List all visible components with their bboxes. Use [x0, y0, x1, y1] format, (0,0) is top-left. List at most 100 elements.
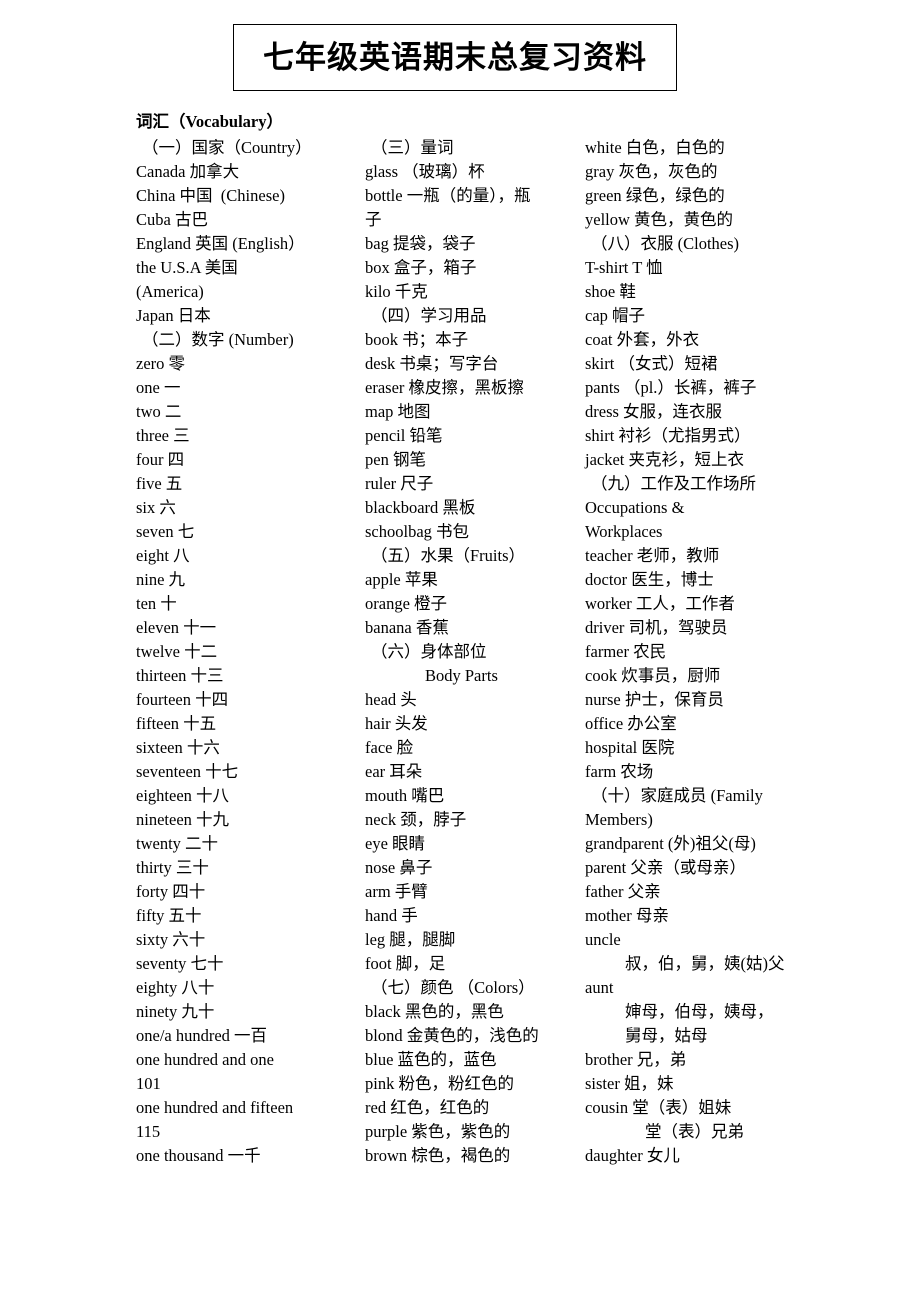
vocabulary-section-heading: 词汇（Vocabulary）: [136, 112, 283, 131]
vocabulary-line: six 六: [136, 498, 176, 517]
vocabulary-line: （四）学习用品: [371, 306, 487, 325]
vocabulary-line: doctor 医生，博士: [585, 570, 714, 589]
vocabulary-line: 子: [365, 210, 382, 229]
vocabulary-line: red 红色，红色的: [365, 1098, 490, 1117]
vocabulary-line: leg 腿，腿脚: [365, 930, 456, 949]
vocabulary-line: mother 母亲: [585, 906, 669, 925]
vocabulary-line: Body Parts: [425, 666, 498, 685]
page-title: 七年级英语期末总复习资料: [263, 40, 647, 75]
vocabulary-line: one 一: [136, 378, 181, 397]
vocabulary-line: one/a hundred 一百: [136, 1026, 268, 1045]
vocabulary-line: ruler 尺子: [365, 474, 434, 493]
vocabulary-line: box 盒子，箱子: [365, 258, 477, 277]
vocabulary-line: Cuba 古巴: [136, 210, 208, 229]
vocabulary-line: the U.S.A 美国: [136, 258, 238, 277]
vocabulary-line: nose 鼻子: [365, 858, 433, 877]
vocabulary-line: China 中国 (Chinese): [136, 186, 285, 205]
vocabulary-line: worker 工人，工作者: [585, 594, 735, 613]
vocabulary-line: England 英国 (English）: [136, 234, 305, 253]
vocabulary-line: nineteen 十九: [136, 810, 230, 829]
vocabulary-line: one thousand 一千: [136, 1146, 261, 1165]
vocabulary-line: one hundred and one: [136, 1050, 274, 1069]
vocabulary-line: 115: [136, 1122, 161, 1141]
vocabulary-line: purple 紫色，紫色的: [365, 1122, 511, 1141]
vocabulary-line: office 办公室: [585, 714, 677, 733]
vocabulary-line: nine 九: [136, 570, 186, 589]
vocabulary-line: two 二: [136, 402, 182, 421]
vocabulary-line: Workplaces: [585, 522, 663, 541]
vocabulary-line: pen 钢笔: [365, 450, 426, 469]
vocabulary-column-3: white 白色，白色的 gray 灰色，灰色的 green 绿色，绿色的 yello…: [585, 136, 810, 1168]
vocabulary-line: eraser 橡皮擦，黑板擦: [365, 378, 525, 397]
vocabulary-line: Canada 加拿大: [136, 162, 240, 181]
vocabulary-line: fifty 五十: [136, 906, 202, 925]
vocabulary-line: glass （玻璃）杯: [365, 162, 485, 181]
vocabulary-line: blue 蓝色的，蓝色: [365, 1050, 497, 1069]
vocabulary-line: zero 零: [136, 354, 186, 373]
vocabulary-line: 舅母，姑母: [625, 1026, 708, 1045]
vocabulary-line: teacher 老师，教师: [585, 546, 720, 565]
vocabulary-line: 101: [136, 1074, 161, 1093]
vocabulary-line: （六）身体部位: [371, 642, 487, 661]
vocabulary-line: twelve 十二: [136, 642, 218, 661]
vocabulary-line: （三）量词: [371, 138, 454, 157]
vocabulary-line: T-shirt T 恤: [585, 258, 663, 277]
vocabulary-line: nurse 护士，保育员: [585, 690, 724, 709]
vocabulary-line: head 头: [365, 690, 417, 709]
vocabulary-line: hospital 医院: [585, 738, 675, 757]
vocabulary-line: eye 眼睛: [365, 834, 426, 853]
vocabulary-line: farm 农场: [585, 762, 654, 781]
vocabulary-line: banana 香蕉: [365, 618, 449, 637]
vocabulary-line: white 白色，白色的: [585, 138, 725, 157]
vocabulary-line: orange 橙子: [365, 594, 448, 613]
vocabulary-line: apple 苹果: [365, 570, 438, 589]
vocabulary-line: shoe 鞋: [585, 282, 636, 301]
vocabulary-line: father 父亲: [585, 882, 661, 901]
vocabulary-line: （一）国家（Country）: [142, 138, 312, 157]
vocabulary-line: thirty 三十: [136, 858, 209, 877]
vocabulary-line: black 黑色的，黑色: [365, 1002, 504, 1021]
vocabulary-line: sixty 六十: [136, 930, 206, 949]
vocabulary-line: farmer 农民: [585, 642, 667, 661]
vocabulary-line: eleven 十一: [136, 618, 217, 637]
vocabulary-line: map 地图: [365, 402, 431, 421]
vocabulary-line: fourteen 十四: [136, 690, 229, 709]
vocabulary-line: ear 耳朵: [365, 762, 423, 781]
vocabulary-line: neck 颈，脖子: [365, 810, 467, 829]
vocabulary-line: hand 手: [365, 906, 418, 925]
vocabulary-line: pants （pl.）长裤，裤子: [585, 378, 757, 397]
vocabulary-line: 堂（表）兄弟: [645, 1122, 744, 1141]
vocabulary-line: parent 父亲（或母亲）: [585, 858, 746, 877]
vocabulary-line: skirt （女式）短裙: [585, 354, 718, 373]
vocabulary-line: yellow 黄色，黄色的: [585, 210, 734, 229]
vocabulary-line: cap 帽子: [585, 306, 646, 325]
vocabulary-line: seventeen 十七: [136, 762, 239, 781]
vocabulary-line: （五）水果（Fruits）: [371, 546, 526, 565]
vocabulary-line: five 五: [136, 474, 183, 493]
vocabulary-line: brown 棕色，褐色的: [365, 1146, 511, 1165]
vocabulary-line: mouth 嘴巴: [365, 786, 445, 805]
vocabulary-line: Japan 日本: [136, 306, 211, 325]
vocabulary-line: thirteen 十三: [136, 666, 224, 685]
vocabulary-line: cook 炊事员，厨师: [585, 666, 721, 685]
vocabulary-line: seventy 七十: [136, 954, 224, 973]
vocabulary-line: daughter 女儿: [585, 1146, 680, 1165]
vocabulary-line: eighty 八十: [136, 978, 215, 997]
vocabulary-column-2: （三）量词 glass （玻璃）杯 bottle 一瓶（的量），瓶子 bag 提袋，袋…: [365, 136, 583, 1168]
vocabulary-line: jacket 夹克衫，短上衣: [585, 450, 745, 469]
vocabulary-line: (America): [136, 282, 204, 301]
vocabulary-line: （十）家庭成员 (Family: [591, 786, 763, 805]
vocabulary-line: four 四: [136, 450, 185, 469]
vocabulary-line: aunt: [585, 978, 614, 997]
vocabulary-line: 叔，伯，舅，姨(姑)父: [625, 954, 785, 973]
vocabulary-line: blackboard 黑板: [365, 498, 476, 517]
vocabulary-line: cousin 堂（表）姐妹: [585, 1098, 732, 1117]
vocabulary-column-1: （一）国家（Country） Canada 加拿大 China 中国 (Chines…: [136, 136, 364, 1168]
vocabulary-line: bag 提袋，袋子: [365, 234, 476, 253]
vocabulary-line: brother 兄，弟: [585, 1050, 687, 1069]
vocabulary-line: hair 头发: [365, 714, 428, 733]
vocabulary-line: gray 灰色，灰色的: [585, 162, 718, 181]
vocabulary-line: sixteen 十六: [136, 738, 220, 757]
vocabulary-line: schoolbag 书包: [365, 522, 470, 541]
vocabulary-line: twenty 二十: [136, 834, 219, 853]
